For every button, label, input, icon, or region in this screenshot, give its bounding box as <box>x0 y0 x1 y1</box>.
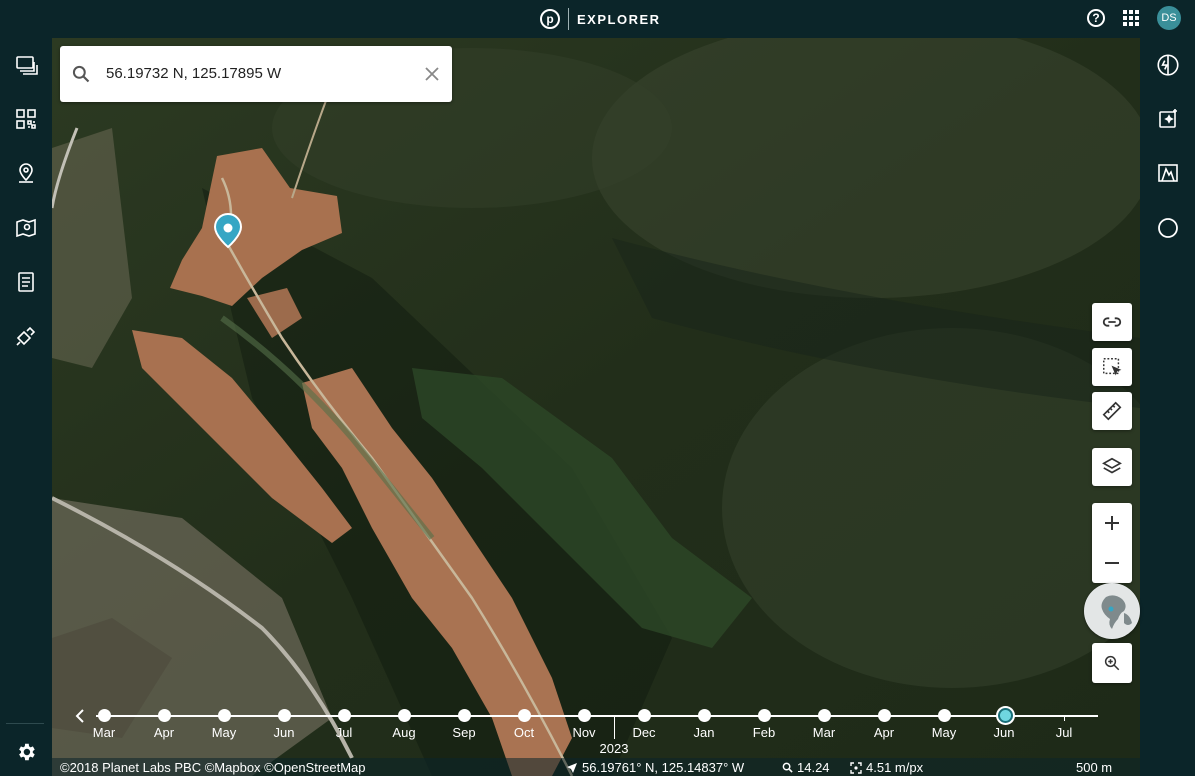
clear-icon[interactable] <box>424 66 440 82</box>
report-icon[interactable] <box>0 262 52 302</box>
scale-label: 500 m <box>1076 760 1113 775</box>
timeline-month-label[interactable]: Mar <box>804 725 844 740</box>
timeline-dot[interactable] <box>338 709 351 722</box>
timeline-dot[interactable] <box>818 709 831 722</box>
search-input[interactable]: 56.19732 N, 125.17895 W <box>106 65 281 82</box>
timeline-dot[interactable] <box>518 709 531 722</box>
chevron-left-icon[interactable] <box>74 707 86 725</box>
top-bar: p EXPLORER ? DS <box>0 0 1195 38</box>
timeline-dot[interactable] <box>158 709 171 722</box>
timeline-month-label[interactable]: Mar <box>84 725 124 740</box>
zoom-out-icon <box>1105 562 1119 564</box>
zoom-in-button[interactable] <box>1092 503 1132 543</box>
timeline-month-label[interactable]: Jun <box>984 725 1024 740</box>
timeline-dot[interactable] <box>578 709 591 722</box>
zoom-text: 14.24 <box>797 760 830 775</box>
layers-icon <box>1102 457 1122 474</box>
measure-button[interactable] <box>1092 392 1132 430</box>
coordinates-text: 56.19761° N, 125.14837° W <box>582 760 745 775</box>
resolution: 4.51 m/px <box>850 760 923 775</box>
app-title: EXPLORER <box>577 11 661 27</box>
resolution-text: 4.51 m/px <box>866 760 924 775</box>
timeline-end-tick <box>1064 715 1065 721</box>
apps-grid-icon[interactable] <box>1123 10 1139 26</box>
planet-logo-icon: p <box>540 9 560 29</box>
qr-grid-icon[interactable] <box>0 99 52 139</box>
globe-icon[interactable] <box>1084 583 1140 639</box>
timeline-dot[interactable] <box>218 709 231 722</box>
timeline-month-label[interactable]: Oct <box>504 725 544 740</box>
location-pin-icon[interactable] <box>0 153 52 193</box>
timeline-month-label[interactable]: Apr <box>864 725 904 740</box>
timeline-dot[interactable] <box>938 709 951 722</box>
timeline-dot-selected[interactable] <box>998 708 1013 723</box>
timeline-year: 2023 <box>599 741 629 756</box>
timeline-dot[interactable] <box>98 709 111 722</box>
select-area-button[interactable] <box>1092 348 1132 386</box>
zoom-out-button[interactable] <box>1092 543 1132 583</box>
timeline-month-label[interactable]: Jul <box>1044 725 1084 740</box>
timeline-month-label[interactable]: May <box>204 725 244 740</box>
avatar[interactable]: DS <box>1157 6 1181 30</box>
magnifier-icon <box>782 762 793 773</box>
timeline-month-label[interactable]: May <box>924 725 964 740</box>
timeline-month-label[interactable]: Sep <box>444 725 484 740</box>
timeline-month-label[interactable]: Jan <box>684 725 724 740</box>
satellite-imagery <box>52 38 1140 776</box>
timeline-dot[interactable] <box>638 709 651 722</box>
share-link-button[interactable] <box>1092 303 1132 341</box>
search-icon <box>72 65 90 83</box>
timeline-month-label[interactable]: Apr <box>144 725 184 740</box>
satellite-icon[interactable] <box>0 316 52 356</box>
sidebar-divider <box>6 723 44 724</box>
timeline-month-label[interactable]: Feb <box>744 725 784 740</box>
brand-divider <box>568 8 569 30</box>
timeline-month-label[interactable]: Dec <box>624 725 664 740</box>
zoom-level: 14.24 <box>782 760 830 775</box>
timeline-month-label[interactable]: Aug <box>384 725 424 740</box>
right-sidebar <box>1140 38 1195 776</box>
year-divider <box>614 717 615 739</box>
timeline-dot[interactable] <box>698 709 711 722</box>
link-icon <box>1102 317 1122 327</box>
select-area-icon <box>1103 358 1122 376</box>
brand[interactable]: p EXPLORER <box>540 7 661 31</box>
ruler-icon <box>1102 401 1122 421</box>
navigation-arrow-icon <box>567 762 577 773</box>
cursor-coordinates: 56.19761° N, 125.14837° W <box>566 760 744 775</box>
timeline-dot[interactable] <box>878 709 891 722</box>
timeline: Mar Apr May Jun Jul Aug Sep Oct Nov Dec Jan Feb Mar A… <box>52 700 1140 760</box>
timeline-month-label[interactable]: Nov <box>564 725 604 740</box>
timeline-dot[interactable] <box>458 709 471 722</box>
left-sidebar <box>0 38 52 776</box>
layers-button[interactable] <box>1092 448 1132 486</box>
zoom-controls <box>1092 503 1132 583</box>
terrain-icon[interactable] <box>1140 153 1195 193</box>
sparkle-image-icon[interactable] <box>1140 99 1195 139</box>
help-icon[interactable]: ? <box>1087 9 1105 27</box>
timeline-dot[interactable] <box>278 709 291 722</box>
contrast-icon[interactable] <box>1140 208 1195 248</box>
settings-icon[interactable] <box>0 732 52 772</box>
timeline-month-label[interactable]: Jun <box>264 725 304 740</box>
attribution: ©2018 Planet Labs PBC ©Mapbox ©OpenStree… <box>60 760 366 775</box>
compare-icon[interactable] <box>1140 45 1195 85</box>
zoom-search-icon <box>1104 655 1120 671</box>
search-bar[interactable]: 56.19732 N, 125.17895 W <box>60 46 452 102</box>
map-pin-icon[interactable] <box>0 208 52 248</box>
focus-icon <box>850 761 862 774</box>
status-bar: ©2018 Planet Labs PBC ©Mapbox ©OpenStree… <box>52 758 1140 776</box>
zoom-search-button[interactable] <box>1092 643 1132 683</box>
zoom-in-icon <box>1105 516 1119 530</box>
timeline-month-label[interactable]: Jul <box>324 725 364 740</box>
timeline-dot[interactable] <box>758 709 771 722</box>
top-right-actions: ? DS <box>1087 6 1181 30</box>
timeline-dot[interactable] <box>398 709 411 722</box>
stacked-images-icon[interactable] <box>0 45 52 85</box>
satellite-map[interactable] <box>52 38 1140 776</box>
